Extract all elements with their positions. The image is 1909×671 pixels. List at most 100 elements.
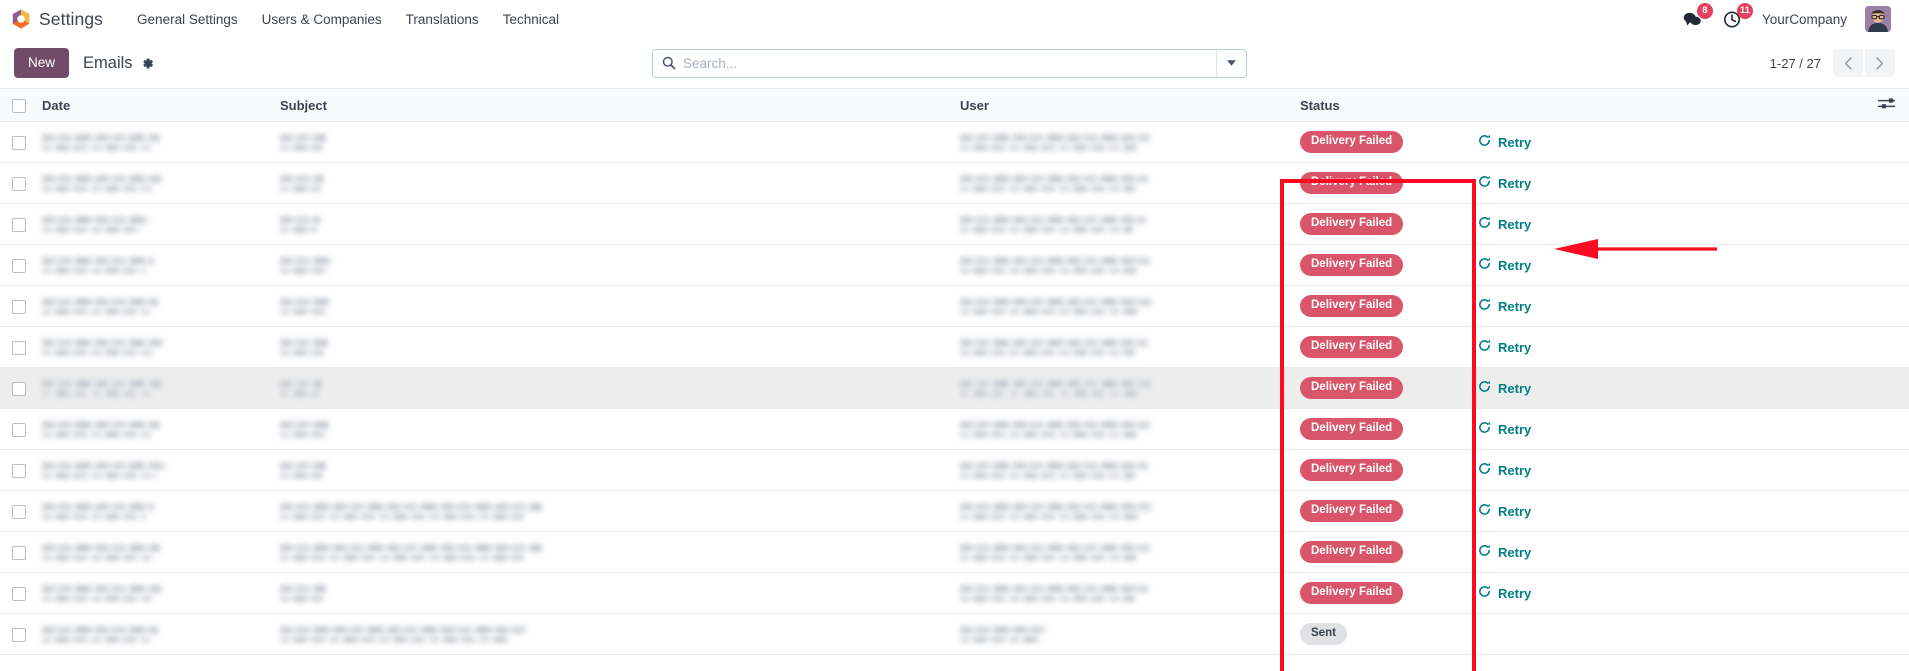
status-badge: Delivery Failed (1300, 582, 1403, 604)
cell-options-spacer (1850, 245, 1909, 286)
retry-button[interactable]: Retry (1478, 503, 1531, 519)
cell-options-spacer (1850, 327, 1909, 368)
refresh-icon (1478, 380, 1491, 396)
cell-status: Delivery Failed (1292, 204, 1470, 245)
table-row[interactable]: Delivery Failed Retry (0, 245, 1909, 286)
table-row[interactable]: Delivery FailedRetry (0, 532, 1909, 573)
status-badge: Delivery Failed (1300, 377, 1403, 399)
table-row[interactable]: Delivery Failed Retry (0, 573, 1909, 614)
table-row[interactable]: Delivery FailedRetry (0, 327, 1909, 368)
search-dropdown-toggle[interactable] (1216, 50, 1246, 77)
cell-action: Retry (1470, 163, 1850, 204)
column-header-date[interactable]: Date (34, 89, 272, 122)
retry-button[interactable]: Retry (1478, 298, 1531, 314)
retry-button[interactable]: Retry (1478, 544, 1531, 560)
cell-subject-redacted (272, 573, 952, 614)
cell-status: Delivery Failed (1292, 409, 1470, 450)
status-badge: Delivery Failed (1300, 172, 1403, 194)
retry-label: Retry (1498, 217, 1531, 232)
cell-date-redacted (34, 409, 272, 450)
table-row[interactable]: Delivery Failed Retry (0, 409, 1909, 450)
top-navbar: Settings General Settings Users & Compan… (0, 0, 1909, 38)
row-checkbox[interactable] (12, 177, 26, 191)
search-box[interactable] (652, 49, 1247, 78)
company-switcher[interactable]: YourCompany (1762, 12, 1847, 27)
retry-label: Retry (1498, 586, 1531, 601)
cell-status: Delivery Failed (1292, 286, 1470, 327)
table-row[interactable]: Delivery FailedRetry (0, 122, 1909, 163)
row-checkbox[interactable] (12, 382, 26, 396)
retry-button[interactable]: Retry (1478, 380, 1531, 396)
cell-status: Delivery Failed (1292, 163, 1470, 204)
retry-button[interactable]: Retry (1478, 257, 1531, 273)
menu-item-technical[interactable]: Technical (491, 8, 571, 31)
row-checkbox[interactable] (12, 341, 26, 355)
row-checkbox[interactable] (12, 505, 26, 519)
table-row[interactable]: Delivery Failed Retry (0, 368, 1909, 409)
table-row[interactable]: Delivery FailedRetry (0, 491, 1909, 532)
retry-button[interactable]: Retry (1478, 339, 1531, 355)
menu-item-users-companies[interactable]: Users & Companies (250, 8, 394, 31)
new-button[interactable]: New (14, 48, 69, 78)
retry-label: Retry (1498, 504, 1531, 519)
table-row[interactable]: Delivery Failed Retry (0, 204, 1909, 245)
cell-action (1470, 614, 1850, 655)
row-checkbox[interactable] (12, 300, 26, 314)
row-checkbox[interactable] (12, 259, 26, 273)
row-select-cell (0, 286, 34, 327)
activities-count-badge: 11 (1737, 3, 1753, 19)
retry-button[interactable]: Retry (1478, 585, 1531, 601)
messages-button[interactable]: 8 (1682, 8, 1704, 30)
row-select-cell (0, 409, 34, 450)
row-checkbox[interactable] (12, 136, 26, 150)
app-brand-name[interactable]: Settings (39, 9, 103, 30)
refresh-icon (1478, 134, 1491, 150)
cell-status: Delivery Failed (1292, 245, 1470, 286)
cell-subject-redacted (272, 532, 952, 573)
retry-button[interactable]: Retry (1478, 216, 1531, 232)
pager-previous-button[interactable] (1833, 49, 1863, 77)
search-input[interactable] (683, 50, 1216, 77)
table-row[interactable]: Delivery Failed Retry (0, 286, 1909, 327)
cell-action: Retry (1470, 368, 1850, 409)
select-all-checkbox[interactable] (12, 99, 26, 113)
retry-button[interactable]: Retry (1478, 175, 1531, 191)
user-avatar-icon[interactable] (1865, 6, 1891, 32)
column-options-sliders-icon[interactable] (1878, 96, 1895, 111)
menu-item-general-settings[interactable]: General Settings (125, 8, 250, 31)
table-row[interactable]: Sent (0, 614, 1909, 655)
row-checkbox[interactable] (12, 587, 26, 601)
cell-user-redacted (952, 286, 1292, 327)
table-row[interactable]: Delivery FailedRetry (0, 450, 1909, 491)
table-row[interactable]: Delivery Failed Retry (0, 163, 1909, 204)
messages-count-badge: 8 (1697, 3, 1713, 19)
row-checkbox[interactable] (12, 464, 26, 478)
retry-button[interactable]: Retry (1478, 134, 1531, 150)
cell-options-spacer (1850, 204, 1909, 245)
navbar-right-tools: 8 11 YourCompany (1682, 6, 1895, 32)
row-select-cell (0, 491, 34, 532)
menu-item-translations[interactable]: Translations (394, 8, 491, 31)
row-checkbox[interactable] (12, 546, 26, 560)
retry-button[interactable]: Retry (1478, 462, 1531, 478)
retry-label: Retry (1498, 463, 1531, 478)
column-header-user[interactable]: User (952, 89, 1292, 122)
activities-button[interactable]: 11 (1722, 8, 1744, 30)
odoo-hex-logo-icon (10, 7, 32, 31)
cell-options-spacer (1850, 491, 1909, 532)
column-header-subject[interactable]: Subject (272, 89, 952, 122)
retry-label: Retry (1498, 340, 1531, 355)
refresh-icon (1478, 175, 1491, 191)
cell-date-redacted (34, 245, 272, 286)
breadcrumb: Emails (83, 54, 154, 73)
row-checkbox[interactable] (12, 423, 26, 437)
row-checkbox[interactable] (12, 628, 26, 642)
pager-next-button[interactable] (1865, 49, 1895, 77)
gear-icon[interactable] (141, 57, 154, 70)
status-badge: Sent (1300, 623, 1347, 645)
pager: 1-27 / 27 (1770, 49, 1895, 77)
row-checkbox[interactable] (12, 218, 26, 232)
retry-button[interactable]: Retry (1478, 421, 1531, 437)
control-panel: New Emails 1-27 / 27 (0, 38, 1909, 88)
column-header-status[interactable]: Status (1292, 89, 1470, 122)
